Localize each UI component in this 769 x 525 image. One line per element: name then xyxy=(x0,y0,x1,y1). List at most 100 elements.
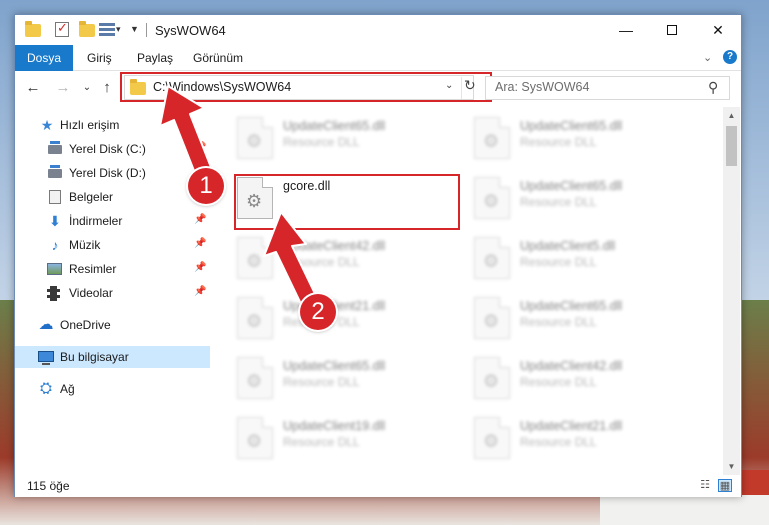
sidebar-item-label: Hızlı erişim xyxy=(60,118,120,132)
file-type: Resource DLL xyxy=(283,435,360,449)
close-button[interactable]: ✕ xyxy=(695,15,741,45)
file-name: UpdateClient5.dll xyxy=(520,239,616,253)
pin-icon[interactable]: 📌 xyxy=(194,262,206,273)
file-name: UpdateClient65.dll xyxy=(520,179,623,193)
sidebar-item-local-disk-c[interactable]: Yerel Disk (C:) 📌 xyxy=(15,138,210,160)
sidebar-item-music[interactable]: ♪ Müzik 📌 xyxy=(15,234,210,256)
sidebar-item-label: OneDrive xyxy=(60,318,111,332)
pin-icon[interactable]: 📌 xyxy=(194,286,206,297)
new-folder-icon[interactable] xyxy=(79,21,95,38)
file-item[interactable]: ⚙ UpdateClient65.dll Resource DLL xyxy=(233,111,463,165)
file-name: UpdateClient42.dll xyxy=(520,359,623,373)
customize-toolbar-icon[interactable]: ▼ xyxy=(130,24,139,34)
pin-icon[interactable]: 📌 xyxy=(194,238,206,249)
film-icon xyxy=(47,286,60,301)
callout-step-2: 2 xyxy=(300,294,336,330)
maximize-button[interactable] xyxy=(649,15,695,45)
file-type: Resource DLL xyxy=(520,315,597,329)
disk-icon xyxy=(48,165,62,178)
file-item[interactable]: ⚙ UpdateClient65.dll Resource DLL xyxy=(470,171,700,225)
file-item[interactable]: ⚙ UpdateClient5.dll Resource DLL xyxy=(470,231,700,285)
file-type: Resource DLL xyxy=(520,195,597,209)
file-name: UpdateClient65.dll xyxy=(283,119,386,133)
details-view-icon[interactable]: ☷ xyxy=(698,479,712,492)
forward-arrow-icon[interactable]: → xyxy=(53,79,73,96)
sidebar-item-documents[interactable]: Belgeler 📌 xyxy=(15,186,210,208)
file-item[interactable]: ⚙ UpdateClient42.dll Resource DLL xyxy=(233,231,463,285)
properties-check-icon[interactable] xyxy=(55,20,71,38)
sidebar-item-label: Müzik xyxy=(69,238,101,252)
dll-file-icon: ⚙ xyxy=(237,357,273,399)
up-arrow-icon[interactable]: ↑ xyxy=(97,79,117,96)
file-item[interactable]: ⚙ UpdateClient21.dll Resource DLL xyxy=(233,291,463,345)
item-count: 115 öğe xyxy=(27,479,70,493)
sidebar-item-label: Yerel Disk (C:) xyxy=(69,142,146,156)
qa-dropdown-icon[interactable]: ▾ xyxy=(116,24,121,35)
tab-home[interactable]: Giriş xyxy=(77,45,122,71)
dll-file-icon: ⚙ xyxy=(474,417,510,459)
pictures-icon xyxy=(47,263,62,275)
dll-file-icon: ⚙ xyxy=(474,117,510,159)
dll-file-icon: ⚙ xyxy=(237,297,273,339)
sidebar-item-local-disk-d[interactable]: Yerel Disk (D:) 📌 xyxy=(15,162,210,184)
navigation-pane: ★ Hızlı erişim Yerel Disk (C:) 📌 Yerel D… xyxy=(15,111,210,471)
dll-file-icon: ⚙ xyxy=(474,357,510,399)
sidebar-item-pictures[interactable]: Resimler 📌 xyxy=(15,258,210,280)
sidebar-item-label: Resimler xyxy=(69,262,117,276)
pin-icon[interactable]: 📌 xyxy=(194,142,206,153)
sidebar-item-downloads[interactable]: ⬇ İndirmeler 📌 xyxy=(15,210,210,232)
sidebar-item-onedrive[interactable]: ☁ OneDrive xyxy=(15,314,210,336)
expand-ribbon-icon[interactable]: ⌄ xyxy=(703,51,712,64)
file-item[interactable]: ⚙ UpdateClient21.dll Resource DLL xyxy=(470,411,700,465)
pin-icon[interactable]: 📌 xyxy=(194,214,206,225)
callout-step-1: 1 xyxy=(188,168,224,204)
file-name: UpdateClient65.dll xyxy=(520,119,623,133)
file-type: Resource DLL xyxy=(520,255,597,269)
properties-icon[interactable] xyxy=(99,22,115,38)
status-bar: 115 öğe ☷ ▦ xyxy=(15,475,741,497)
explorer-window: ▾ ▼ SysWOW64 — ✕ Dosya Giriş Paylaş Görü… xyxy=(14,14,742,497)
file-item[interactable]: ⚙ UpdateClient65.dll Resource DLL xyxy=(233,351,463,405)
scroll-thumb[interactable] xyxy=(726,126,737,166)
close-icon: ✕ xyxy=(712,21,724,38)
search-box[interactable]: ⚲ xyxy=(485,76,730,100)
cloud-icon: ☁ xyxy=(38,316,54,333)
dll-file-icon: ⚙ xyxy=(237,117,273,159)
dll-file-icon: ⚙ xyxy=(237,237,273,279)
download-arrow-icon: ⬇ xyxy=(49,213,61,229)
tab-view[interactable]: Görünüm xyxy=(183,45,253,71)
sidebar-item-videos[interactable]: Videolar 📌 xyxy=(15,282,210,304)
help-icon[interactable]: ? xyxy=(723,50,737,64)
recent-locations-icon[interactable]: ⌄ xyxy=(77,82,97,93)
scroll-down-icon[interactable]: ▼ xyxy=(723,458,740,475)
file-name: UpdateClient21.dll xyxy=(520,419,623,433)
search-icon[interactable]: ⚲ xyxy=(708,79,718,96)
sidebar-item-label: Belgeler xyxy=(69,190,114,204)
file-type: Resource DLL xyxy=(283,255,360,269)
title-separator xyxy=(146,23,147,37)
sidebar-item-network[interactable]: ⛭ Ağ xyxy=(15,378,210,400)
tab-share[interactable]: Paylaş xyxy=(127,45,183,71)
sidebar-item-this-pc[interactable]: Bu bilgisayar xyxy=(15,346,210,368)
dll-file-icon: ⚙ xyxy=(474,237,510,279)
file-item[interactable]: ⚙ UpdateClient65.dll Resource DLL xyxy=(470,291,700,345)
back-arrow-icon[interactable]: ← xyxy=(23,79,43,96)
tiles-view-icon[interactable]: ▦ xyxy=(718,479,732,492)
tab-file[interactable]: Dosya xyxy=(15,45,73,71)
scroll-up-icon[interactable]: ▲ xyxy=(723,107,740,124)
star-icon: ★ xyxy=(40,117,54,133)
file-type: Resource DLL xyxy=(520,375,597,389)
background-snow-roof xyxy=(600,495,769,525)
search-input[interactable] xyxy=(495,80,695,94)
minimize-button[interactable]: — xyxy=(603,15,649,45)
sidebar-item-quick-access[interactable]: ★ Hızlı erişim xyxy=(15,114,210,136)
sidebar-item-label: Videolar xyxy=(69,286,113,300)
file-item[interactable]: ⚙ UpdateClient19.dll Resource DLL xyxy=(233,411,463,465)
window-title: SysWOW64 xyxy=(155,23,226,38)
file-type: Resource DLL xyxy=(520,135,597,149)
file-name: UpdateClient65.dll xyxy=(520,299,623,313)
file-item[interactable]: ⚙ UpdateClient65.dll Resource DLL xyxy=(470,111,700,165)
vertical-scrollbar[interactable]: ▲ ▼ xyxy=(723,107,740,475)
music-note-icon: ♪ xyxy=(51,237,59,253)
file-item[interactable]: ⚙ UpdateClient42.dll Resource DLL xyxy=(470,351,700,405)
